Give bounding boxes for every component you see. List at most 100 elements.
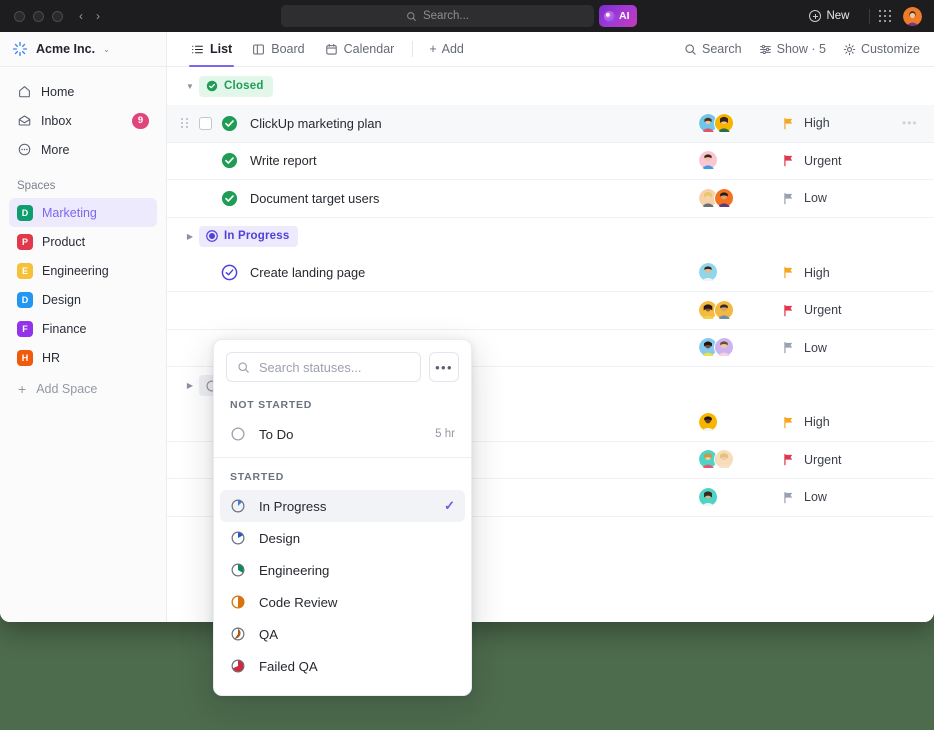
priority-flag-icon (784, 192, 793, 205)
status-icon-obscured[interactable] (221, 302, 238, 319)
sidebar-item-home[interactable]: Home (9, 77, 157, 106)
assignee-avatars[interactable] (698, 411, 760, 433)
status-option-in-progress[interactable]: In Progress ✓ (220, 490, 465, 522)
avatar[interactable] (698, 486, 719, 508)
assignee-avatars[interactable] (698, 299, 760, 321)
assignee-avatars[interactable] (698, 112, 760, 134)
priority-cell[interactable]: Urgent (782, 303, 902, 317)
status-option-design[interactable]: Design (220, 522, 465, 554)
status-complete-icon[interactable] (221, 152, 238, 169)
status-complete-icon[interactable] (221, 115, 238, 132)
popover-more-button[interactable]: ••• (429, 352, 459, 382)
chevron-down-icon: ⌄ (103, 44, 110, 54)
group-header-closed[interactable]: ▼ Closed (167, 67, 934, 105)
group-collapse-caret-icon[interactable]: ▶ (181, 381, 199, 390)
status-option-code-review[interactable]: Code Review (220, 586, 465, 618)
tab-calendar[interactable]: Calendar (315, 32, 405, 66)
tab-board[interactable]: Board (242, 32, 314, 66)
row-checkbox[interactable] (199, 116, 212, 130)
status-complete-icon[interactable] (221, 190, 238, 207)
priority-cell[interactable]: Urgent (782, 453, 902, 467)
close-button[interactable] (14, 10, 25, 22)
task-name[interactable]: Write report (250, 153, 317, 168)
status-option-label: Design (259, 530, 301, 546)
row-more-icon[interactable]: ••• (902, 116, 920, 130)
window-controls[interactable] (14, 10, 63, 22)
user-avatar[interactable] (903, 6, 922, 26)
maximize-button[interactable] (52, 10, 63, 22)
back-arrow-icon[interactable]: ‹ (79, 10, 83, 22)
row-right: High ••• (698, 112, 934, 134)
history-nav[interactable]: ‹ › (79, 10, 100, 22)
status-search-input[interactable]: Search statuses... (226, 352, 421, 382)
table-row[interactable]: ClickUp marketing plan High ••• (167, 105, 934, 143)
global-search-input[interactable]: Search... (281, 5, 594, 27)
tab-list[interactable]: List (181, 32, 242, 67)
sidebar-item-more[interactable]: More (9, 135, 157, 164)
ai-button[interactable]: AI (599, 5, 637, 27)
group-collapse-caret-icon[interactable]: ▼ (181, 82, 199, 91)
sidebar-item-product[interactable]: P Product (9, 227, 157, 256)
group-label: In Progress (224, 230, 290, 242)
status-option-engineering[interactable]: Engineering (220, 554, 465, 586)
assignee-avatars[interactable] (698, 187, 760, 209)
task-name[interactable]: Document target users (250, 191, 379, 206)
minimize-button[interactable] (33, 10, 44, 22)
in-progress-circle-icon (206, 230, 218, 242)
status-option-qa[interactable]: QA (220, 618, 465, 650)
avatar[interactable] (698, 150, 719, 172)
priority-cell[interactable]: Urgent (782, 154, 902, 168)
space-label: HR (42, 350, 61, 365)
sidebar-item-design[interactable]: D Design (9, 285, 157, 314)
sidebar: Acme Inc. ⌄ Home Inbox 9 More Spaces D M… (0, 32, 167, 622)
group-header-in-progress[interactable]: ▶ In Progress (167, 218, 934, 255)
avatar[interactable] (714, 337, 735, 359)
priority-cell[interactable]: High (782, 415, 902, 429)
list-search-button[interactable]: Search (684, 42, 742, 56)
status-in-progress-icon[interactable] (221, 264, 238, 281)
priority-cell[interactable]: High (782, 266, 902, 280)
new-button[interactable]: New (799, 10, 859, 22)
add-view-button[interactable]: + Add (421, 42, 472, 56)
assignee-avatars[interactable] (698, 262, 760, 284)
plus-icon: + (18, 380, 27, 397)
status-option-to-do[interactable]: To Do 5 hr (220, 418, 465, 450)
priority-cell[interactable]: High (782, 116, 902, 130)
sidebar-item-marketing[interactable]: D Marketing (9, 198, 157, 227)
assignee-avatars[interactable] (698, 150, 760, 172)
avatar[interactable] (714, 449, 735, 471)
apps-grid-icon[interactable] (878, 9, 891, 23)
avatar[interactable] (698, 262, 719, 284)
priority-label: Urgent (804, 153, 842, 168)
task-name[interactable]: Create landing page (250, 265, 365, 280)
priority-cell[interactable]: Low (782, 490, 902, 504)
add-space-button[interactable]: + Add Space (9, 374, 157, 403)
task-name[interactable]: ClickUp marketing plan (250, 116, 382, 131)
drag-handle-icon[interactable] (181, 118, 195, 129)
status-option-failed-qa[interactable]: Failed QA (220, 650, 465, 682)
sidebar-item-inbox[interactable]: Inbox 9 (9, 106, 157, 135)
avatar[interactable] (714, 112, 735, 134)
show-filters-button[interactable]: Show · 5 (759, 42, 826, 56)
table-row[interactable]: Urgent ••• (167, 292, 934, 330)
group-collapse-caret-icon[interactable]: ▶ (181, 232, 199, 241)
sidebar-item-hr[interactable]: H HR (9, 343, 157, 372)
table-row[interactable]: Create landing page High (167, 255, 934, 292)
priority-cell[interactable]: Low (782, 191, 902, 205)
assignee-avatars[interactable] (698, 337, 760, 359)
workspace-switcher[interactable]: Acme Inc. ⌄ (0, 32, 166, 67)
ai-orb-icon (604, 10, 615, 22)
avatar[interactable] (698, 411, 719, 433)
assignee-avatars[interactable] (698, 486, 760, 508)
table-row[interactable]: Document target users Low (167, 180, 934, 218)
assignee-avatars[interactable] (698, 449, 760, 471)
priority-cell[interactable]: Low (782, 341, 902, 355)
table-row[interactable]: Write report Urgent (167, 143, 934, 180)
customize-button[interactable]: Customize (843, 42, 920, 56)
sidebar-item-finance[interactable]: F Finance (9, 314, 157, 343)
row-right: Urgent ••• (698, 299, 934, 321)
sidebar-item-engineering[interactable]: E Engineering (9, 256, 157, 285)
avatar[interactable] (714, 299, 735, 321)
forward-arrow-icon[interactable]: › (96, 10, 100, 22)
avatar[interactable] (714, 187, 735, 209)
